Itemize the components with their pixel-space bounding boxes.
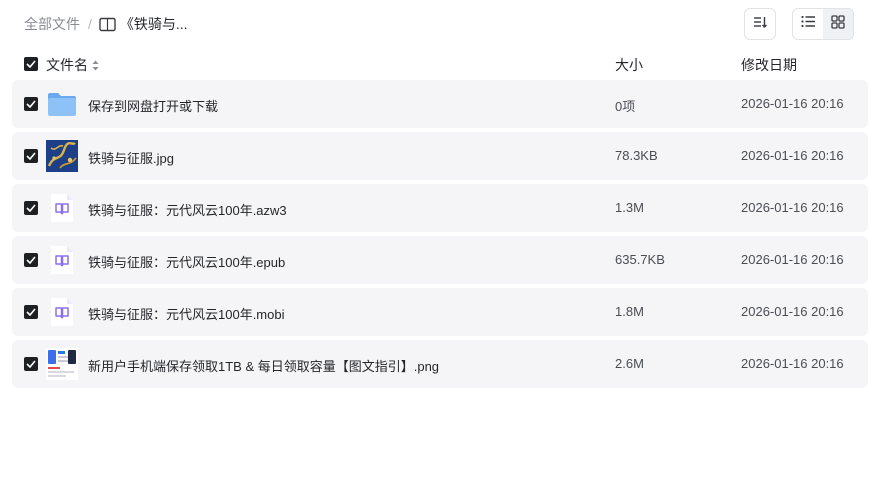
table-row[interactable]: 保存到网盘打开或下载 0项 2026-01-16 20:16 xyxy=(12,80,868,128)
file-name[interactable]: 铁骑与征服.jpg xyxy=(88,148,174,167)
file-size: 1.3M xyxy=(615,200,644,215)
sort-arrows-icon xyxy=(92,58,99,74)
image-thumbnail xyxy=(46,348,78,380)
folder-icon xyxy=(46,88,78,120)
grid-view-icon xyxy=(831,14,845,34)
file-name[interactable]: 铁骑与征服：元代风云100年.azw3 xyxy=(88,200,287,219)
table-row[interactable]: 铁骑与征服：元代风云100年.mobi 1.8M 2026-01-16 20:1… xyxy=(12,288,868,336)
check-icon xyxy=(26,360,36,368)
file-date: 2026-01-16 20:16 xyxy=(741,356,844,371)
file-size: 635.7KB xyxy=(615,252,665,267)
file-name[interactable]: 铁骑与征服：元代风云100年.mobi xyxy=(88,304,284,323)
list-view-icon xyxy=(800,15,816,33)
row-checkbox[interactable] xyxy=(24,149,38,163)
file-size: 0项 xyxy=(615,99,636,114)
file-name[interactable]: 铁骑与征服：元代风云100年.epub xyxy=(88,252,285,271)
row-checkbox[interactable] xyxy=(24,357,38,371)
check-icon xyxy=(26,152,36,160)
breadcrumb-separator: / xyxy=(88,16,92,32)
file-size: 1.8M xyxy=(615,304,644,319)
file-size: 78.3KB xyxy=(615,148,658,163)
file-name[interactable]: 保存到网盘打开或下载 xyxy=(88,96,218,115)
file-size: 2.6M xyxy=(615,356,644,371)
check-icon xyxy=(26,204,36,212)
view-toggle xyxy=(792,8,854,40)
row-checkbox[interactable] xyxy=(24,201,38,215)
sort-button[interactable] xyxy=(744,8,776,40)
ebook-icon xyxy=(46,244,78,276)
file-date: 2026-01-16 20:16 xyxy=(741,96,844,111)
book-icon xyxy=(99,17,116,32)
select-all-checkbox[interactable] xyxy=(24,57,38,71)
file-date: 2026-01-16 20:16 xyxy=(741,304,844,319)
row-checkbox[interactable] xyxy=(24,305,38,319)
file-name[interactable]: 新用户手机端保存领取1TB & 每日领取容量【图文指引】.png xyxy=(88,356,439,375)
breadcrumb-current: 《铁骑与... xyxy=(119,16,188,32)
check-icon xyxy=(26,308,36,316)
list-view-button[interactable] xyxy=(793,9,823,39)
check-icon xyxy=(26,100,36,108)
sort-icon xyxy=(752,14,768,35)
ebook-icon xyxy=(46,296,78,328)
file-date: 2026-01-16 20:16 xyxy=(741,252,844,267)
breadcrumb-root[interactable]: 全部文件 xyxy=(24,14,80,34)
table-row[interactable]: 铁骑与征服：元代风云100年.epub 635.7KB 2026-01-16 2… xyxy=(12,236,868,284)
column-header-modified[interactable]: 修改日期 xyxy=(741,55,797,75)
breadcrumb: 全部文件 / 《铁骑与... xyxy=(24,15,188,33)
grid-view-button[interactable] xyxy=(823,9,853,39)
column-header-name[interactable]: 文件名 xyxy=(46,55,99,75)
table-row[interactable]: 新用户手机端保存领取1TB & 每日领取容量【图文指引】.png 2.6M 20… xyxy=(12,340,868,388)
check-icon xyxy=(26,256,36,264)
table-row[interactable]: 铁骑与征服.jpg 78.3KB 2026-01-16 20:16 xyxy=(12,132,868,180)
ebook-icon xyxy=(46,192,78,224)
row-checkbox[interactable] xyxy=(24,253,38,267)
check-icon xyxy=(26,60,36,68)
column-header-size[interactable]: 大小 xyxy=(615,55,643,75)
image-thumbnail xyxy=(46,140,78,172)
column-name-label: 文件名 xyxy=(46,57,88,73)
table-row[interactable]: 铁骑与征服：元代风云100年.azw3 1.3M 2026-01-16 20:1… xyxy=(12,184,868,232)
file-date: 2026-01-16 20:16 xyxy=(741,200,844,215)
file-date: 2026-01-16 20:16 xyxy=(741,148,844,163)
table-header: 文件名 大小 修改日期 xyxy=(12,52,868,76)
top-bar: 全部文件 / 《铁骑与... xyxy=(0,0,878,48)
row-checkbox[interactable] xyxy=(24,97,38,111)
